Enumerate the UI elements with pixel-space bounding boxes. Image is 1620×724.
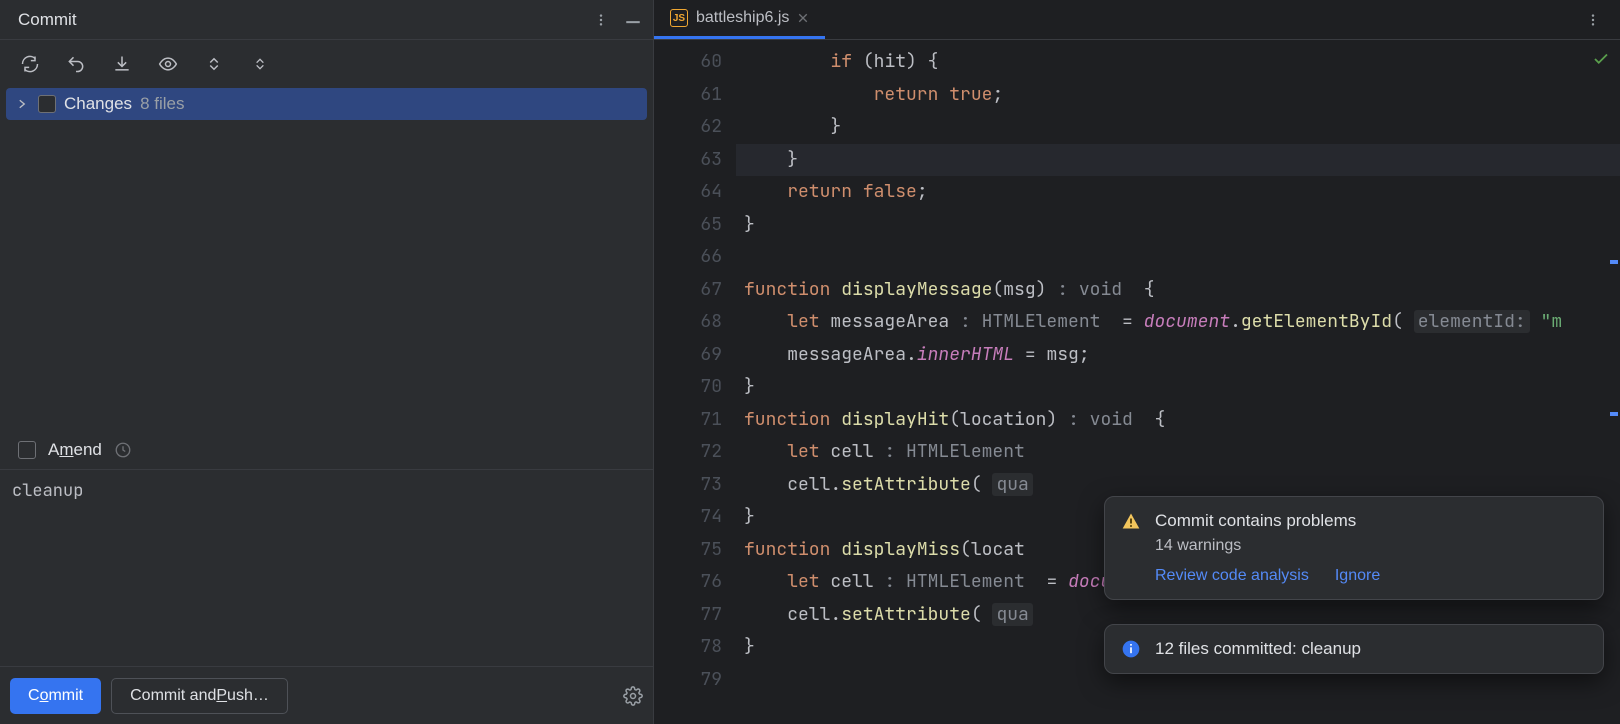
ignore-link[interactable]: Ignore: [1335, 567, 1380, 585]
line-gutter: 6061626364656667686970717273747576777879: [654, 40, 736, 724]
history-icon[interactable]: [114, 441, 132, 459]
amend-row: Amend: [0, 430, 653, 470]
amend-label[interactable]: Amend: [48, 440, 102, 460]
notification-text: 12 files committed: cleanup: [1155, 639, 1585, 659]
amend-checkbox[interactable]: [18, 441, 36, 459]
notification-stack: Commit contains problems 14 warnings Rev…: [1104, 496, 1604, 674]
tab-filename: battleship6.js: [696, 9, 789, 27]
close-diff-icon[interactable]: [246, 50, 274, 78]
commit-panel-title: Commit: [18, 10, 581, 30]
notification-subtitle: 14 warnings: [1155, 537, 1585, 555]
preview-diff-icon[interactable]: [154, 50, 182, 78]
changes-checkbox[interactable]: [38, 95, 56, 113]
info-icon: [1121, 639, 1141, 659]
js-file-icon: JS: [670, 9, 688, 27]
notification-commit-done: 12 files committed: cleanup: [1104, 624, 1604, 674]
chevron-right-icon[interactable]: [14, 96, 30, 112]
commit-and-push-button[interactable]: Commit and Push…: [111, 678, 288, 714]
changes-count: 8 files: [140, 94, 184, 114]
minimize-icon[interactable]: [621, 8, 645, 32]
editor-panel: JS battleship6.js 6061626364656667686970…: [654, 0, 1620, 724]
commit-message-input[interactable]: [12, 480, 641, 656]
notification-commit-problems: Commit contains problems 14 warnings Rev…: [1104, 496, 1604, 600]
commit-toolbar: [0, 40, 653, 88]
commit-button[interactable]: Commit: [10, 678, 101, 714]
commit-footer: Commit Commit and Push…: [0, 666, 653, 724]
kebab-icon[interactable]: [589, 8, 613, 32]
changes-label: Changes: [64, 94, 132, 114]
warning-icon: [1121, 511, 1141, 585]
commit-panel-header: Commit: [0, 0, 653, 40]
changes-node[interactable]: Changes 8 files: [6, 88, 647, 120]
editor-tabbar: JS battleship6.js: [654, 0, 1620, 40]
notification-title: Commit contains problems: [1155, 511, 1585, 531]
expand-collapse-icon[interactable]: [200, 50, 228, 78]
rollback-icon[interactable]: [62, 50, 90, 78]
kebab-icon[interactable]: [1574, 13, 1612, 27]
shelve-icon[interactable]: [108, 50, 136, 78]
commit-message-area: [0, 470, 653, 666]
review-analysis-link[interactable]: Review code analysis: [1155, 567, 1309, 585]
refresh-icon[interactable]: [16, 50, 44, 78]
editor-tab[interactable]: JS battleship6.js: [654, 0, 825, 39]
gear-icon[interactable]: [623, 686, 643, 706]
commit-panel: Commit Changes 8 files Amend: [0, 0, 654, 724]
changes-list: Changes 8 files: [0, 88, 653, 120]
scrollbar-markers: [1608, 40, 1620, 724]
close-icon[interactable]: [797, 12, 809, 24]
